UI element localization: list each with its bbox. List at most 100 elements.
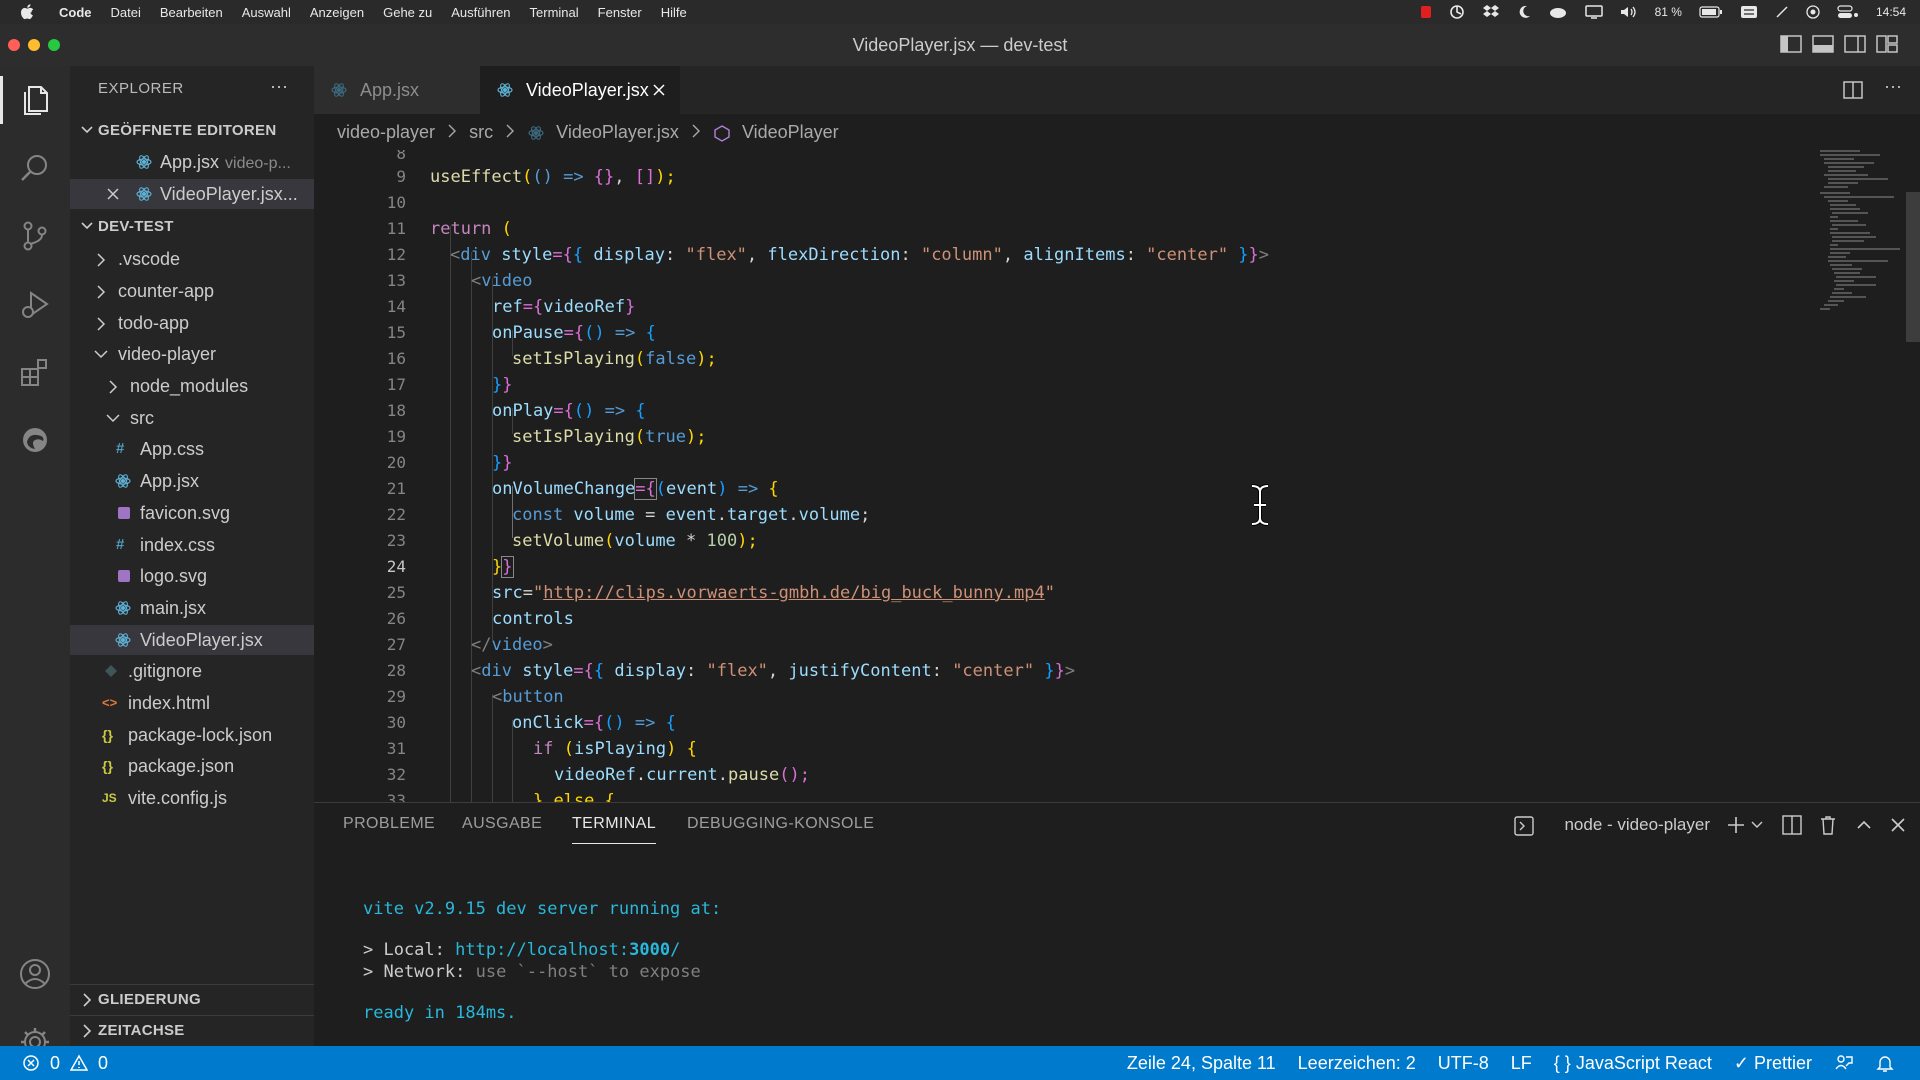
terminal-selector[interactable]: node - video-player — [1564, 815, 1710, 835]
cursor-position[interactable]: Zeile 24, Spalte 11 — [1127, 1053, 1276, 1074]
explorer-more-button[interactable]: ··· — [270, 76, 288, 97]
record-icon[interactable] — [1420, 5, 1432, 19]
indent-guide — [450, 226, 451, 802]
customize-layout-icon[interactable] — [1876, 34, 1898, 54]
toggle-panel-icon[interactable] — [1812, 34, 1834, 54]
file-favicon-svg[interactable]: favicon.svg — [70, 498, 314, 528]
menu-anzeigen[interactable]: Anzeigen — [310, 5, 364, 20]
toggle-secondary-sidebar-icon[interactable] — [1844, 34, 1866, 54]
explorer-activity[interactable] — [0, 70, 70, 130]
menu-ausfuehren[interactable]: Ausführen — [451, 5, 510, 20]
close-icon[interactable] — [106, 179, 120, 209]
end-of-line[interactable]: LF — [1511, 1053, 1532, 1074]
file-index-html[interactable]: <> index.html — [70, 688, 314, 718]
file-main-jsx[interactable]: main.jsx — [70, 593, 314, 623]
tab-probleme[interactable]: PROBLEME — [343, 815, 435, 833]
bell-icon[interactable] — [1876, 1053, 1894, 1073]
file-name: App.jsx — [140, 471, 200, 491]
split-terminal-icon[interactable] — [1782, 815, 1802, 835]
new-terminal-icon[interactable] — [1726, 815, 1746, 835]
folder-node-modules[interactable]: node_modules — [70, 371, 314, 401]
menu-auswahl[interactable]: Auswahl — [242, 5, 291, 20]
source-control-activity[interactable] — [0, 206, 70, 266]
menu-hilfe[interactable]: Hilfe — [661, 5, 687, 20]
menu-gehe-zu[interactable]: Gehe zu — [383, 5, 432, 20]
file-vite-config-js[interactable]: JS vite.config.js — [70, 783, 314, 813]
language-mode[interactable]: { } JavaScript React — [1554, 1053, 1712, 1074]
file-package-json[interactable]: {} package.json — [70, 751, 314, 781]
file-logo-svg[interactable]: logo.svg — [70, 561, 314, 591]
volume-icon[interactable] — [1620, 5, 1638, 19]
split-editor-icon[interactable] — [1842, 79, 1864, 101]
trash-icon[interactable] — [1818, 815, 1838, 835]
open-editor-app-jsx[interactable]: App.jsx video-p... — [70, 147, 314, 177]
feedback-icon[interactable] — [1834, 1053, 1854, 1073]
tab-videoplayer-jsx[interactable]: VideoPlayer.jsx — [480, 66, 680, 114]
edge-activity[interactable] — [0, 410, 70, 470]
tab-terminal[interactable]: TERMINAL — [572, 815, 657, 844]
folder-todo-app[interactable]: todo-app — [70, 308, 314, 338]
folder-counter-app[interactable]: counter-app — [70, 276, 314, 306]
toggle-sidebar-icon[interactable] — [1780, 34, 1802, 54]
apple-icon[interactable] — [20, 4, 34, 20]
code-editor[interactable]: 8 9 10 11 12 13 14 15 16 17 18 19 20 21 … — [314, 150, 1920, 802]
display-icon[interactable] — [1584, 5, 1603, 19]
file-app-jsx[interactable]: App.jsx — [70, 466, 314, 496]
folder-src[interactable]: src — [70, 403, 314, 433]
file-videoplayer-jsx[interactable]: VideoPlayer.jsx — [70, 625, 314, 655]
maximize-panel-icon[interactable] — [1854, 815, 1874, 835]
menu-terminal[interactable]: Terminal — [530, 5, 579, 20]
file-gitignore[interactable]: .gitignore — [70, 656, 314, 686]
moon-icon[interactable] — [1517, 5, 1531, 19]
problems-status[interactable]: 0 0 — [22, 1046, 108, 1080]
file-package-lock-json[interactable]: {} package-lock.json — [70, 720, 314, 750]
menu-datei[interactable]: Datei — [111, 5, 141, 20]
extensions-icon — [19, 356, 51, 388]
close-panel-icon[interactable] — [1888, 815, 1908, 835]
folder-vscode[interactable]: .vscode — [70, 244, 314, 274]
close-icon[interactable] — [652, 66, 666, 114]
cloud-icon[interactable] — [1548, 5, 1568, 19]
tab-debugging-konsole[interactable]: DEBUGGING-KONSOLE — [687, 815, 874, 833]
more-actions-icon[interactable]: ··· — [1884, 76, 1902, 97]
menu-bearbeiten[interactable]: Bearbeiten — [160, 5, 223, 20]
video-url-link[interactable]: http://clips.vorwaerts-gmbh.de/big_buck_… — [543, 583, 1045, 603]
menu-clock[interactable]: 14:54 — [1876, 5, 1906, 19]
breadcrumb-file[interactable]: VideoPlayer.jsx — [556, 114, 679, 150]
chevron-down-icon[interactable] — [1750, 817, 1764, 833]
encoding[interactable]: UTF-8 — [1438, 1053, 1489, 1074]
open-editors-section[interactable]: GEÖFFNETE EDITOREN — [70, 116, 314, 146]
folder-video-player[interactable]: video-player — [70, 339, 314, 369]
menu-fenster[interactable]: Fenster — [598, 5, 642, 20]
menu-app-name[interactable]: Code — [59, 5, 92, 20]
battery-icon[interactable] — [1699, 6, 1723, 18]
minimap[interactable] — [1816, 150, 1916, 802]
run-debug-activity[interactable] — [0, 274, 70, 334]
folder-name: .vscode — [118, 249, 181, 269]
control-center-icon[interactable] — [1837, 5, 1859, 19]
keyboard-icon[interactable] — [1740, 5, 1758, 19]
explorer-title: EXPLORER — [98, 80, 184, 97]
outline-section[interactable]: GLIEDERUNG — [70, 985, 314, 1015]
timeline-section[interactable]: ZEITACHSE — [70, 1016, 314, 1046]
open-editor-videoplayer-jsx[interactable]: VideoPlayer.jsx... — [70, 179, 314, 209]
localhost-link[interactable]: http://localhost:3000/ — [455, 940, 680, 960]
workspace-section[interactable]: DEV-TEST — [70, 212, 314, 242]
search-activity[interactable] — [0, 138, 70, 198]
indentation[interactable]: Leerzeichen: 2 — [1298, 1053, 1416, 1074]
prettier-status[interactable]: ✓ Prettier — [1734, 1053, 1812, 1074]
tab-ausgabe[interactable]: AUSGABE — [462, 815, 542, 833]
vertical-scrollbar[interactable] — [1906, 192, 1920, 342]
accounts-activity[interactable] — [0, 944, 70, 1004]
breadcrumb-folder[interactable]: src — [469, 114, 493, 150]
breadcrumb-folder[interactable]: video-player — [337, 114, 435, 150]
extensions-activity[interactable] — [0, 342, 70, 402]
dropbox-icon[interactable] — [1482, 4, 1500, 20]
breadcrumb-symbol[interactable]: VideoPlayer — [742, 114, 839, 150]
file-index-css[interactable]: # index.css — [70, 530, 314, 560]
focus-icon[interactable] — [1806, 5, 1820, 19]
tab-app-jsx[interactable]: App.jsx — [314, 66, 480, 114]
pen-icon[interactable] — [1775, 5, 1789, 19]
file-app-css[interactable]: # App.css — [70, 434, 314, 464]
sync-icon[interactable] — [1449, 4, 1465, 20]
